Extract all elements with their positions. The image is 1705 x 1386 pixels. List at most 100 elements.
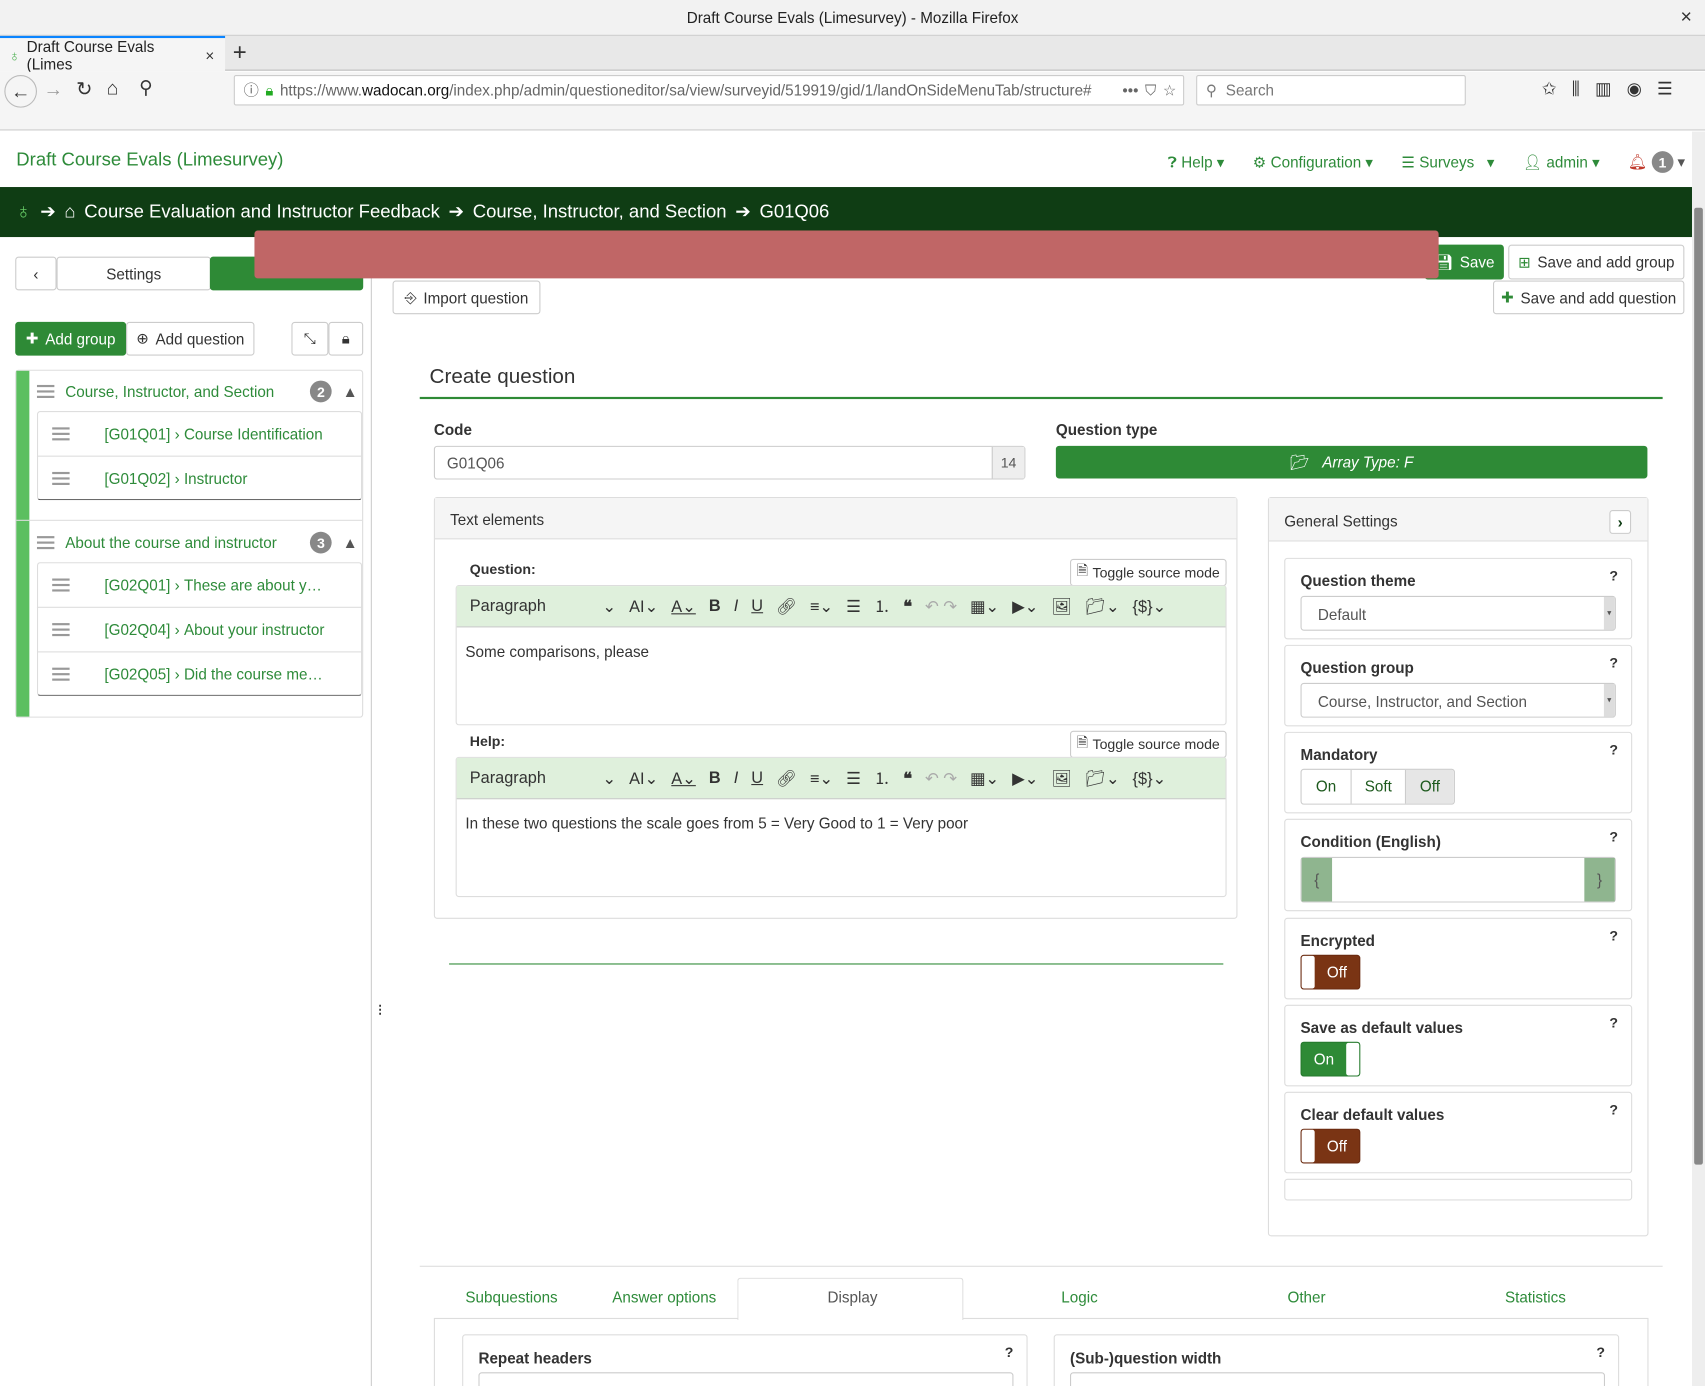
- admin-menu[interactable]: 👤︎ admin ▾: [1523, 153, 1600, 171]
- panel-title: Text elements: [434, 498, 1237, 540]
- resize-handle[interactable]: ⋮: [374, 1003, 386, 1017]
- question-item[interactable]: [G01Q02] › Instructor: [36, 455, 363, 501]
- panel-title: General Settings: [1268, 498, 1648, 542]
- clear-default-toggle[interactable]: Off: [1300, 1128, 1361, 1164]
- info-icon[interactable]: ⓘ: [244, 79, 259, 101]
- tab-subquestions[interactable]: Subquestions: [465, 1289, 557, 1306]
- notifications-menu[interactable]: 🔔︎ 1 ▾: [1628, 151, 1685, 173]
- browser-tab[interactable]: ♁ Draft Course Evals (Limes ×: [0, 35, 226, 73]
- question-label: Question:: [469, 561, 536, 578]
- page-scrollbar[interactable]: [1691, 131, 1705, 1386]
- search-icon: ⚲: [1205, 81, 1218, 99]
- toggle-source-mode-button[interactable]: 🗎 Toggle source mode: [1070, 558, 1227, 587]
- page-actions-icon[interactable]: •••: [1122, 82, 1138, 99]
- forward-icon[interactable]: →: [43, 78, 63, 101]
- divider: [419, 1265, 1663, 1267]
- lock-icon: 🔒︎: [265, 81, 274, 99]
- editor-toolbar: Paragraph ⌄ AI⌄ A⌄ B I U 🔗︎ ≡⌄ ☰ ⒈ ❝ ↶ ↷ ▦⌄ ▶⌄ 🖼︎ 📁︎⌄ {$}…: [456, 586, 1226, 628]
- save-add-group-button[interactable]: ⊞ Save and add group: [1508, 244, 1685, 280]
- new-tab-button[interactable]: +: [233, 38, 247, 66]
- arrow-icon: ➔: [40, 201, 56, 222]
- url-bar[interactable]: ⓘ 🔒︎ https://www.wadocan.org/index.php/ad…: [233, 75, 1185, 106]
- url-prefix: https://www.: [279, 81, 363, 99]
- tab-display[interactable]: Display: [828, 1289, 878, 1306]
- url-domain: wadocan.org: [362, 81, 450, 99]
- question-group[interactable]: About the course and instructor 3 ▲: [36, 531, 358, 554]
- question-group-field: Question group? Course, Instructor, and …: [1284, 644, 1633, 727]
- add-question-button[interactable]: ⊕ Add question: [126, 321, 255, 356]
- tab-other[interactable]: Other: [1287, 1289, 1325, 1306]
- window-close-button[interactable]: ×: [1681, 5, 1692, 28]
- collapse-all-icon[interactable]: ⤡: [291, 321, 329, 356]
- lock-icon[interactable]: 🔒︎: [328, 321, 364, 356]
- tab-title: Draft Course Evals (Limes: [26, 37, 155, 73]
- help-text[interactable]: In these two questions the scale goes fr…: [465, 814, 968, 831]
- question-item[interactable]: [G01Q01] › Course Identification: [37, 411, 362, 456]
- expand-settings-button[interactable]: ›: [1609, 509, 1632, 534]
- mandatory-soft[interactable]: Soft: [1352, 769, 1407, 804]
- app-header: Draft Course Evals (Limesurvey) ❓︎ Help …: [0, 131, 1692, 188]
- heading-divider: [419, 396, 1663, 400]
- app-title[interactable]: Draft Course Evals (Limesurvey): [16, 149, 283, 171]
- tab-answer-options[interactable]: Answer options: [612, 1289, 716, 1306]
- code-char-counter: 14: [991, 446, 1025, 479]
- browser-toolbar-icons[interactable]: ✩⫼▥◉☰: [1542, 78, 1688, 100]
- help-menu[interactable]: ❓︎ Help ▾: [1168, 153, 1225, 171]
- clear-default-field: Clear default values? Off: [1284, 1091, 1633, 1174]
- configuration-menu[interactable]: ⚙ Configuration ▾: [1253, 153, 1373, 171]
- question-theme-select[interactable]: Default ▾: [1300, 595, 1616, 631]
- search-placeholder: Search: [1225, 81, 1275, 99]
- tab-close-icon[interactable]: ×: [205, 46, 214, 63]
- question-group[interactable]: Course, Instructor, and Section 2 ▲: [36, 380, 358, 403]
- question-theme-field: Question theme? Default ▾: [1284, 557, 1633, 640]
- breadcrumb-group[interactable]: Course, Instructor, and Section: [473, 201, 727, 223]
- search-icon[interactable]: ⚲: [139, 77, 153, 99]
- add-group-button[interactable]: ✚ Add group: [15, 321, 127, 356]
- tab-statistics[interactable]: Statistics: [1505, 1289, 1566, 1306]
- help-editor[interactable]: Paragraph ⌄ AI⌄ A⌄ B I U 🔗︎ ≡⌄ ☰ ⒈ ❝ ↶ ↷ ▦⌄ ▶⌄ 🖼︎ 📁︎⌄ {$}…: [455, 756, 1227, 898]
- breadcrumb-question: G01Q06: [759, 201, 830, 222]
- paragraph-select[interactable]: Paragraph: [470, 769, 590, 787]
- condition-input[interactable]: {}: [1300, 856, 1616, 903]
- paragraph-select[interactable]: Paragraph: [470, 597, 590, 615]
- question-editor[interactable]: Paragraph ⌄ AI⌄ A⌄ B I U 🔗︎ ≡⌄ ☰ ⒈ ❝ ↶ ↷ ▦⌄ ▶⌄ 🖼︎ 📁︎⌄ {$}…: [455, 585, 1227, 726]
- home-icon[interactable]: ⌂: [107, 77, 119, 100]
- question-item[interactable]: [G02Q04] › About your instructor: [36, 606, 363, 652]
- favicon-icon: ♁: [8, 46, 21, 64]
- mandatory-on[interactable]: On: [1302, 769, 1352, 804]
- sidebar-divider[interactable]: [370, 237, 372, 1386]
- question-item[interactable]: [G02Q01] › These are about y…: [37, 562, 362, 607]
- mandatory-field: Mandatory? On Soft Off: [1284, 731, 1633, 814]
- surveys-menu[interactable]: ☰ Surveys ▾: [1401, 153, 1494, 171]
- reload-icon[interactable]: ↻: [76, 78, 92, 101]
- subquestion-width-input[interactable]: [1070, 1372, 1606, 1386]
- question-group-select[interactable]: Course, Instructor, and Section ▾: [1300, 682, 1616, 718]
- arrow-icon: ➔: [735, 201, 751, 222]
- save-add-question-button[interactable]: ✚ Save and add question: [1493, 280, 1685, 315]
- code-input[interactable]: G01Q06 14: [433, 445, 1026, 480]
- save-default-toggle[interactable]: On: [1300, 1041, 1361, 1077]
- redaction-overlay: [254, 230, 1439, 279]
- tab-settings[interactable]: Settings: [56, 256, 211, 291]
- limesurvey-logo-icon: ♁: [15, 199, 32, 224]
- pocket-icon[interactable]: ⛉: [1145, 81, 1156, 99]
- window-title: Draft Course Evals (Limesurvey) - Mozill…: [686, 8, 1019, 27]
- mandatory-off[interactable]: Off: [1406, 769, 1454, 804]
- import-question-button[interactable]: ⎆ Import question: [392, 280, 541, 315]
- repeat-headers-input[interactable]: [478, 1372, 1014, 1386]
- back-icon[interactable]: ←: [4, 75, 37, 108]
- question-type-button[interactable]: 📂︎ Array Type: F: [1055, 445, 1648, 479]
- question-item[interactable]: [G02Q05] › Did the course me…: [36, 651, 363, 696]
- toggle-source-mode-button[interactable]: 🗎 Toggle source mode: [1070, 730, 1227, 758]
- editor-toolbar: Paragraph ⌄ AI⌄ A⌄ B I U 🔗︎ ≡⌄ ☰ ⒈ ❝ ↶ ↷ ▦⌄ ▶⌄ 🖼︎ 📁︎⌄ {$}…: [456, 757, 1226, 800]
- breadcrumb-survey[interactable]: Course Evaluation and Instructor Feedbac…: [84, 201, 440, 223]
- page-title: Create question: [429, 365, 576, 389]
- question-text[interactable]: Some comparisons, please: [465, 643, 649, 660]
- bookmark-star-icon[interactable]: ☆: [1163, 81, 1177, 99]
- tab-strip: ♁ Draft Course Evals (Limes × +: [0, 35, 1705, 73]
- search-field[interactable]: ⚲ Search: [1196, 75, 1466, 106]
- encrypted-toggle[interactable]: Off: [1300, 954, 1361, 990]
- subquestion-width-field: (Sub-)question width?: [1053, 1334, 1620, 1386]
- tab-logic[interactable]: Logic: [1061, 1289, 1097, 1306]
- collapse-sidebar-button[interactable]: ‹: [15, 256, 57, 291]
